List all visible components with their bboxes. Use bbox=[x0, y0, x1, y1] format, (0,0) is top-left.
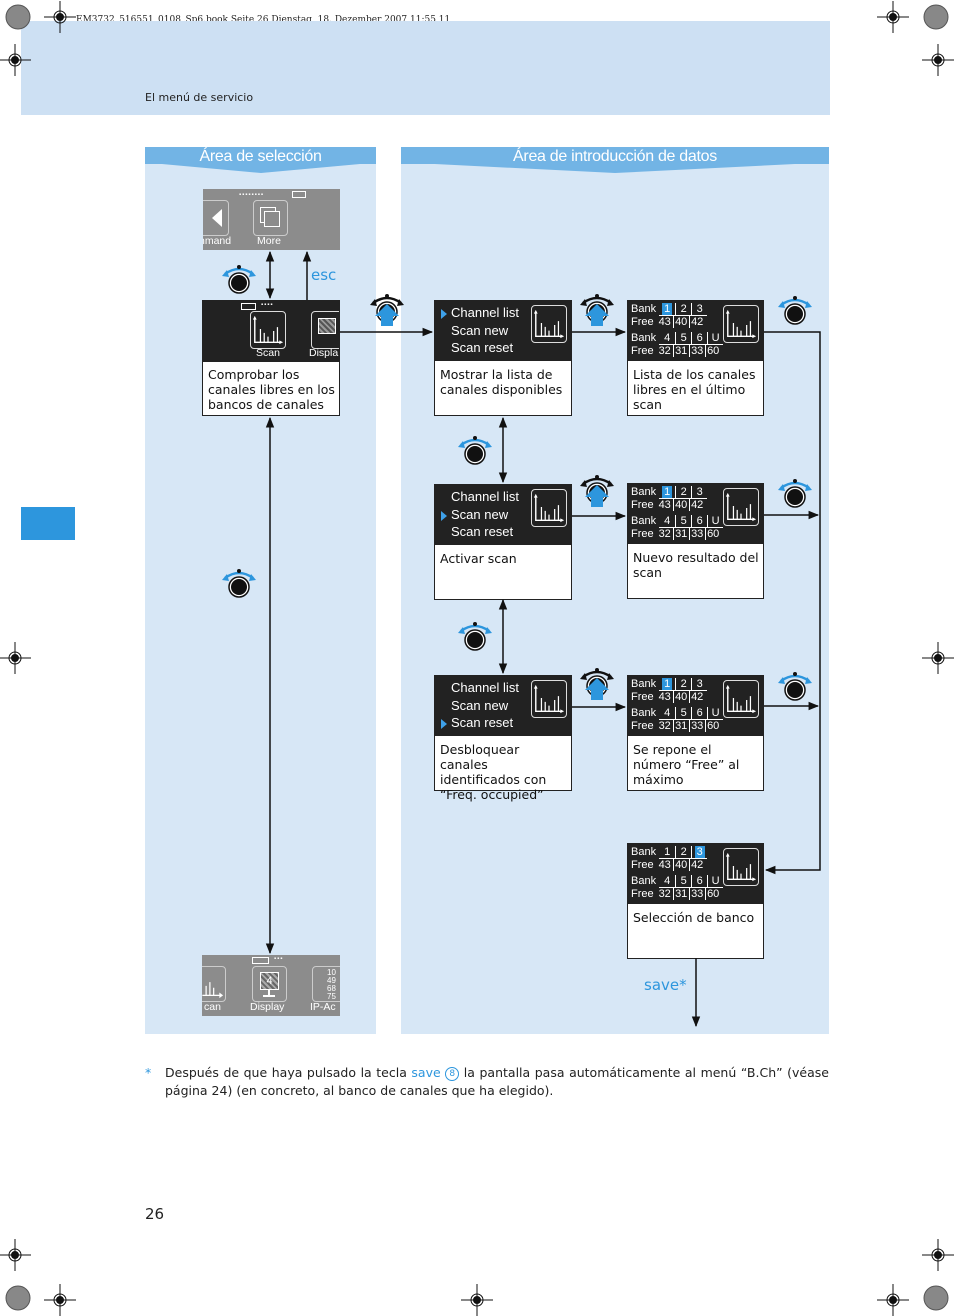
rotate-knob-icon bbox=[458, 622, 492, 651]
page-number: 26 bbox=[145, 1205, 165, 1223]
push-knob-icon bbox=[370, 294, 404, 326]
flow-arrows bbox=[222, 250, 821, 1028]
save-key-label: save bbox=[411, 1065, 441, 1080]
push-knob-icon bbox=[580, 294, 614, 326]
rotate-knob-icon bbox=[778, 296, 812, 325]
rotate-knob-icon bbox=[458, 436, 492, 465]
rotate-knob-icon bbox=[222, 265, 256, 294]
rotate-knob-icon bbox=[778, 672, 812, 701]
footnote: * Después de que haya pulsado la tecla s… bbox=[145, 1065, 829, 1098]
key-number-badge: 8 bbox=[445, 1067, 460, 1081]
save-label: save* bbox=[644, 976, 687, 994]
push-knob-icon bbox=[580, 668, 614, 700]
rotate-knob-icon bbox=[222, 569, 256, 598]
rotate-knob-icon bbox=[778, 479, 812, 508]
push-knob-icon bbox=[580, 475, 614, 507]
